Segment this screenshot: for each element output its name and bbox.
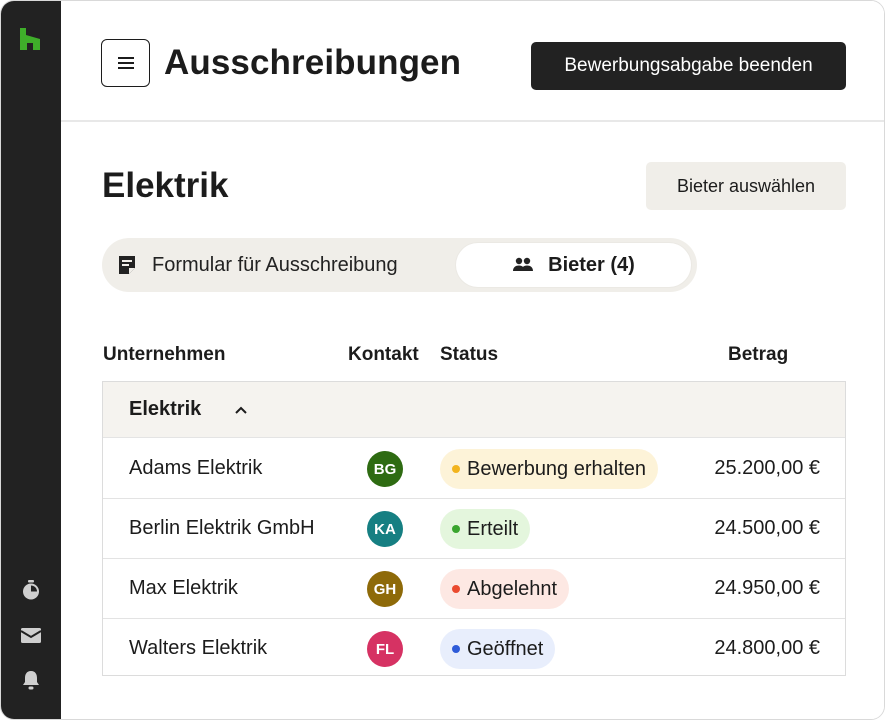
document-icon: [116, 254, 138, 276]
group-label: Elektrik: [129, 398, 202, 420]
bid-amount: 24.800,00 €: [714, 637, 820, 659]
bid-amount: 25.200,00 €: [714, 457, 820, 479]
select-bidders-button[interactable]: Bieter auswählen: [646, 162, 846, 210]
bid-amount: 24.500,00 €: [714, 517, 820, 539]
menu-button[interactable]: [101, 39, 150, 87]
status-text: Geöffnet: [467, 637, 544, 660]
table-row[interactable]: Max Elektrik GH Abgelehnt 24.950,00 €: [103, 559, 845, 619]
avatar[interactable]: GH: [367, 571, 403, 607]
end-bidding-button[interactable]: Bewerbungsabgabe beenden: [531, 42, 846, 90]
table-row[interactable]: Berlin Elektrik GmbH KA Erteilt 24.500,0…: [103, 499, 845, 559]
status-badge: Abgelehnt: [440, 569, 570, 609]
status-badge: Geöffnet: [440, 629, 556, 669]
tab-bar: Formular für Ausschreibung Bieter (4): [102, 238, 697, 292]
status-dot-icon: [452, 465, 460, 473]
page-title: Ausschreibungen: [164, 43, 462, 82]
company-name: Adams Elektrik: [129, 457, 263, 479]
bell-icon[interactable]: [20, 669, 42, 691]
company-name: Walters Elektrik: [129, 637, 268, 659]
status-text: Bewerbung erhalten: [467, 457, 647, 480]
timer-icon[interactable]: [20, 579, 42, 601]
column-header-company[interactable]: Unternehmen: [103, 343, 225, 367]
company-name: Berlin Elektrik GmbH: [129, 517, 315, 539]
avatar[interactable]: KA: [367, 511, 403, 547]
avatar[interactable]: BG: [367, 451, 403, 487]
status-dot-icon: [452, 645, 460, 653]
table-row[interactable]: Adams Elektrik BG Bewerbung erhalten 25.…: [103, 439, 845, 499]
app-window: Ausschreibungen Bewerbungsabgabe beenden…: [0, 0, 885, 720]
column-header-amount[interactable]: Betrag: [728, 343, 788, 367]
tab-tender-form-label: Formular für Ausschreibung: [152, 253, 398, 276]
group-row-elektrik[interactable]: Elektrik: [103, 382, 845, 438]
tab-bidders[interactable]: Bieter (4): [456, 243, 691, 287]
column-header-status[interactable]: Status: [440, 343, 498, 367]
status-text: Erteilt: [467, 517, 519, 540]
chevron-up-icon[interactable]: [233, 402, 249, 418]
table-row[interactable]: Walters Elektrik FL Geöffnet 24.800,00 €: [103, 619, 845, 679]
column-header-contact[interactable]: Kontakt: [348, 343, 419, 367]
section-title: Elektrik: [102, 166, 229, 205]
users-icon: [512, 254, 534, 276]
houzz-logo-icon[interactable]: [19, 28, 41, 50]
status-badge: Erteilt: [440, 509, 531, 549]
bidders-table: Elektrik Adams Elektrik BG Bewerbung erh…: [102, 381, 846, 676]
status-badge: Bewerbung erhalten: [440, 449, 659, 489]
status-text: Abgelehnt: [467, 577, 558, 600]
page-header: Ausschreibungen Bewerbungsabgabe beenden: [61, 1, 884, 122]
tab-tender-form[interactable]: Formular für Ausschreibung: [116, 243, 456, 287]
status-dot-icon: [452, 525, 460, 533]
company-name: Max Elektrik: [129, 577, 238, 599]
avatar[interactable]: FL: [367, 631, 403, 667]
hamburger-icon: [117, 57, 134, 69]
bid-amount: 24.950,00 €: [714, 577, 820, 599]
main-content: Ausschreibungen Bewerbungsabgabe beenden…: [61, 1, 884, 719]
inbox-icon[interactable]: [20, 625, 42, 647]
tab-bidders-label: Bieter (4): [548, 253, 635, 276]
sidebar: [1, 1, 61, 719]
status-dot-icon: [452, 585, 460, 593]
